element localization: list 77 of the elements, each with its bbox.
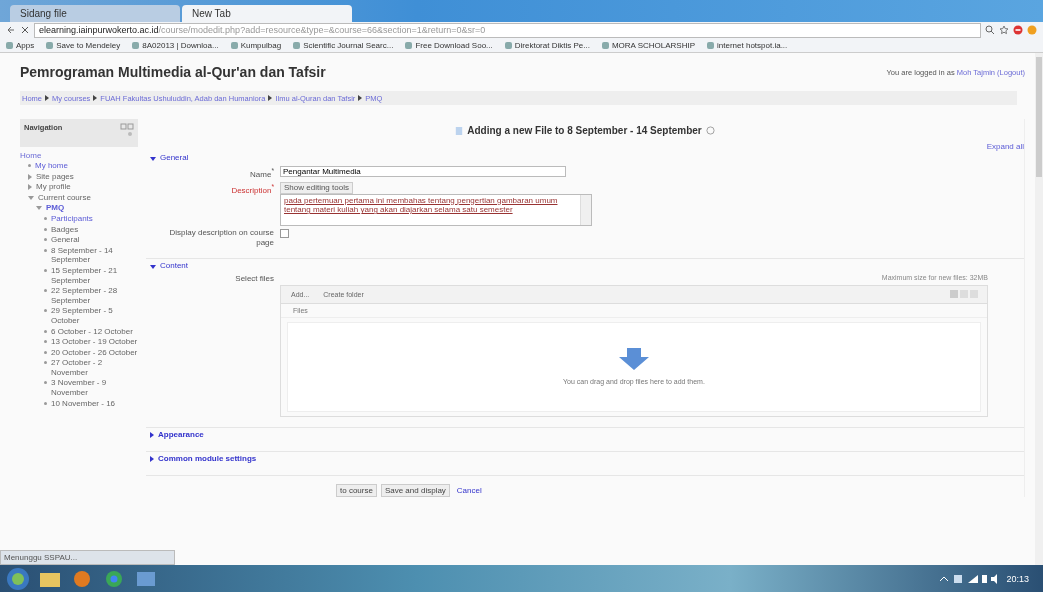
section-heading[interactable]: Common module settings (158, 453, 257, 463)
browser-tab[interactable]: New Tab (182, 5, 352, 22)
editing-tools-button[interactable]: Show editing tools (280, 181, 353, 194)
field-label: Select files (234, 273, 274, 285)
nav-item[interactable]: 29 September - 5 October (51, 306, 138, 326)
section-heading[interactable]: General (160, 153, 189, 162)
section-toggle-icon[interactable] (150, 456, 154, 463)
nav-link[interactable]: Home (20, 151, 138, 160)
tray-icons[interactable] (938, 572, 999, 585)
nav-item[interactable]: My profile (36, 182, 71, 192)
help-icon[interactable] (705, 126, 715, 135)
nav-item[interactable]: Participants (51, 213, 93, 224)
view-mode-icon[interactable] (949, 289, 979, 300)
bookmark-link[interactable]: Direktorat Diktis Pe... (504, 40, 590, 50)
block-controls-icon[interactable] (120, 123, 134, 137)
nav-item[interactable]: 15 September - 21 September (51, 265, 138, 286)
checkbox[interactable] (280, 228, 289, 238)
status-bubble: Menunggu SSPAU... (0, 550, 175, 565)
separator-icon (268, 95, 273, 101)
section-heading[interactable]: Content (160, 260, 189, 270)
separator-icon (93, 95, 98, 101)
bookmark-link[interactable]: Save to Mendeley (46, 40, 121, 50)
scrollbar[interactable] (1035, 53, 1043, 565)
down-arrow-icon (619, 348, 649, 371)
form-button[interactable]: Save and display (380, 483, 450, 497)
file-icon (455, 125, 464, 136)
nav-item[interactable]: 3 November - 9 November (51, 378, 138, 398)
bookmark-link[interactable]: Kumpulbag (230, 40, 282, 50)
star-icon[interactable] (999, 25, 1009, 35)
bookmark-link[interactable]: Scientific Journal Searc... (293, 40, 394, 50)
bookmark-link[interactable]: Free Download Soo... (405, 40, 493, 50)
section-toggle-icon[interactable] (150, 432, 154, 439)
expand-arrow-icon[interactable] (36, 206, 42, 211)
nav-item[interactable]: 6 October - 12 October (51, 326, 133, 337)
nav-item[interactable]: 10 November - 16 (51, 398, 116, 409)
stop-sign-icon[interactable] (1013, 25, 1023, 35)
nav-item[interactable]: PMQ (46, 203, 65, 213)
expand-arrow-icon[interactable] (28, 184, 32, 191)
nav-item[interactable]: 27 October - 2 November (51, 358, 138, 378)
field-label: Display description on course page (168, 227, 274, 248)
address-field[interactable]: elearning.iainpurwokerto.ac.id/course/modedit.php?add=resource&type=&course=66&section=1&return=0&sr=0 (34, 22, 981, 38)
close-icon[interactable] (20, 25, 30, 35)
nav-item[interactable]: Badges (51, 224, 79, 235)
expand-arrow-icon[interactable] (28, 195, 34, 200)
expand-arrow-icon[interactable] (28, 173, 32, 180)
bookmark-link[interactable]: MORA SCHOLARSHIP (601, 40, 696, 50)
nav-item[interactable]: 22 September - 28 September (51, 286, 138, 306)
start-button[interactable] (6, 566, 30, 591)
search-icon[interactable] (985, 25, 995, 35)
description-field[interactable]: pada pertemuan pertama ini membahas tentang pengertian gambaran umum tentang materi kuliah yang akan diajarkan selama satu semester (280, 193, 592, 226)
separator-icon (45, 95, 49, 101)
nav-item[interactable]: My home (35, 161, 68, 171)
nav-item[interactable]: 20 October - 26 October (51, 347, 138, 358)
field-label: Description$^{*}$ (230, 181, 274, 197)
form-button[interactable]: Cancel (453, 483, 485, 497)
nav-item[interactable]: General (51, 235, 80, 245)
nav-item[interactable]: Site pages (36, 171, 74, 182)
page-heading: Adding a new File to 8 September - 14 September (467, 125, 702, 136)
separator-icon (358, 95, 363, 101)
section-toggle-icon[interactable] (150, 157, 156, 161)
expand-all-link[interactable]: Expand all (986, 142, 1024, 151)
form-button[interactable]: to course (336, 483, 377, 497)
course-title: Pemrograman Multimedia al-Qur'an dan Tafsir (20, 64, 326, 80)
field-label: Name$^{*}$ (249, 166, 274, 180)
browser-tab[interactable]: Sidang file (10, 5, 180, 22)
bookmark-link[interactable]: Apps (6, 40, 35, 50)
scrollbar[interactable] (580, 194, 591, 225)
nav-item[interactable]: 13 October - 19 October (51, 337, 138, 347)
section-toggle-icon[interactable] (150, 264, 156, 269)
clock: 20:13 (1006, 573, 1029, 584)
name-field[interactable]: Pengantar Multimedia (280, 166, 566, 177)
bookmark-link[interactable]: 8A02013 | Downloa... (132, 40, 219, 50)
nav-item[interactable]: 8 September - 14 September (51, 245, 138, 265)
section-heading[interactable]: Appearance (158, 429, 204, 439)
bookmark-link[interactable]: internet hotspot.ia... (707, 40, 788, 50)
back-icon[interactable] (6, 25, 16, 35)
nav-item[interactable]: Current course (38, 192, 91, 203)
